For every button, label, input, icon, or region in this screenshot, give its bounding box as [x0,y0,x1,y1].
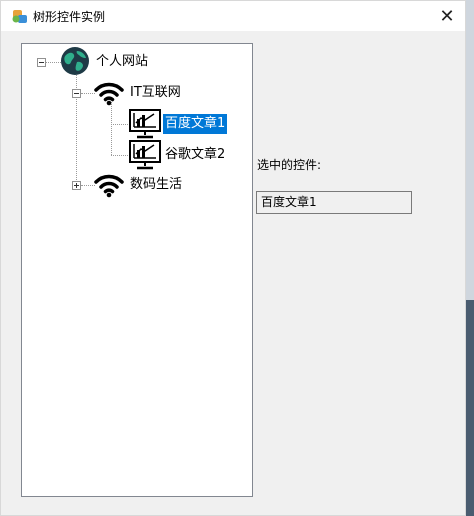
close-button[interactable]: ✕ [429,1,465,31]
tree-node-it-internet[interactable]: IT互联网 [128,83,183,103]
close-icon: ✕ [439,5,455,27]
tree-node-baidu-article[interactable]: 百度文章1 [163,114,228,134]
tree-node-digital-life[interactable]: 数码生活 [128,175,184,195]
monitor-chart-icon [129,140,161,170]
tree-connector [45,62,61,63]
tree-connector [111,102,112,155]
group1-collapse-toggle[interactable] [72,89,81,98]
selected-control-field[interactable]: 百度文章1 [256,191,412,214]
group2-expand-toggle[interactable] [72,181,81,190]
tree-connector [111,155,128,156]
app-icon [12,10,27,23]
tree-connector [111,124,128,125]
background-window [466,0,474,300]
tree-node-root[interactable]: 个人网站 [94,52,150,72]
root-collapse-toggle[interactable] [37,58,46,67]
wifi-icon [94,82,124,106]
globe-icon [61,47,89,75]
background-window [466,300,474,516]
window-title: 树形控件实例 [33,10,106,24]
tree-view[interactable]: 个人网站 IT互联网 百度文章1 谷歌文章2 数码生活 [21,43,253,497]
tree-node-google-article[interactable]: 谷歌文章2 [163,145,227,165]
tree-connector [81,185,95,186]
title-bar[interactable]: 树形控件实例 ✕ [1,1,465,31]
monitor-chart-icon [129,109,161,139]
wifi-icon [94,174,124,198]
selected-control-label: 选中的控件: [257,158,322,172]
app-window: 树形控件实例 ✕ 个人网站 IT互联网 百度文章1 谷歌文章2 数码生活 选中的… [0,0,466,516]
tree-connector [81,93,95,94]
